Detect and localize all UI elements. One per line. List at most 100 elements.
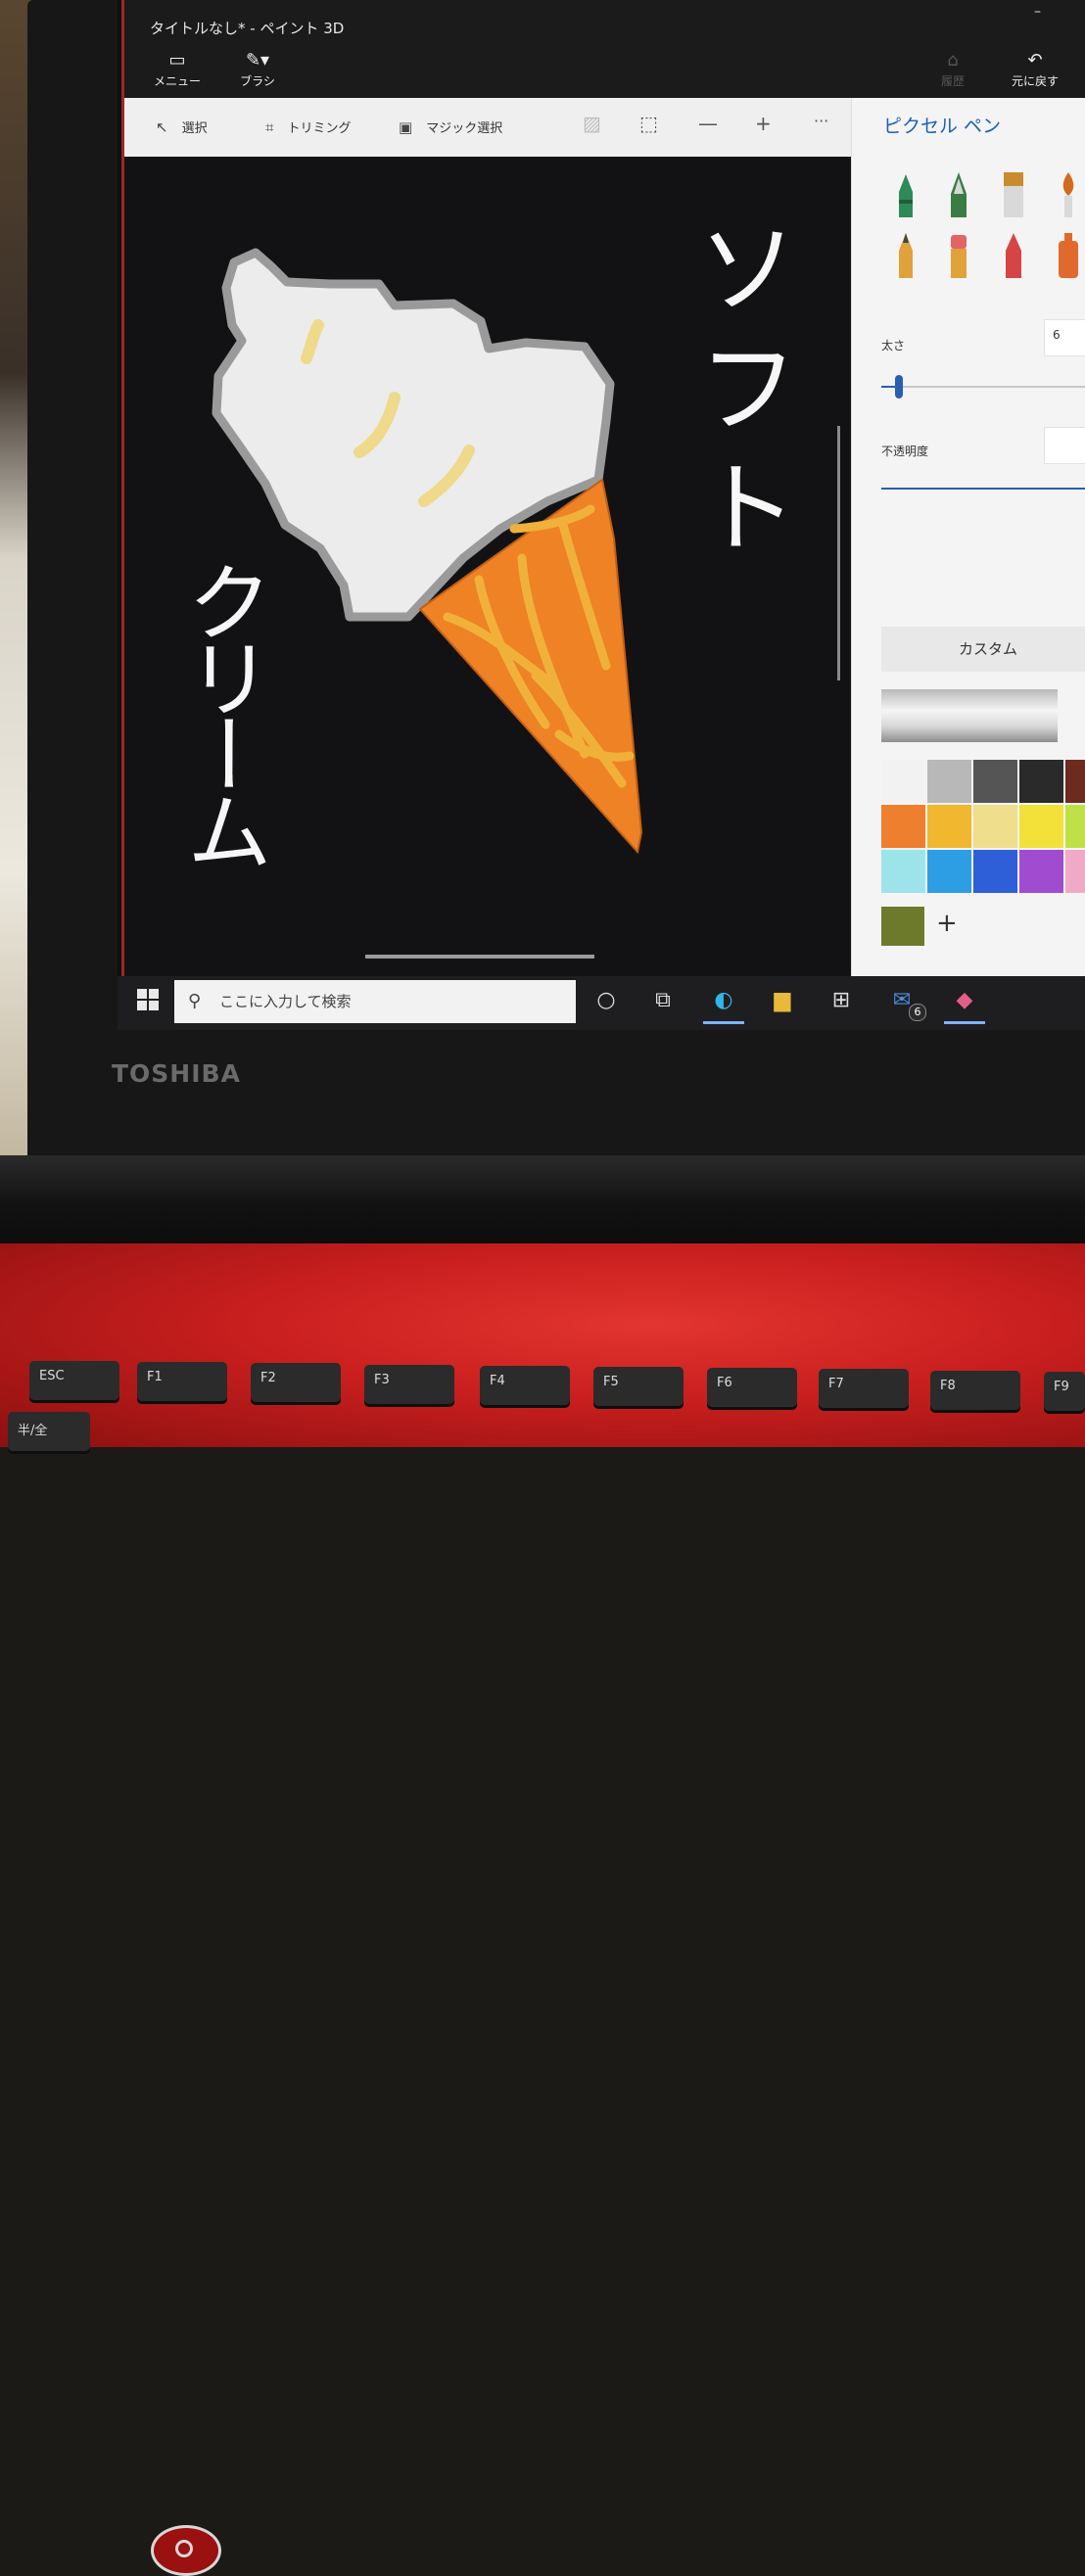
cortana-icon[interactable]: ○ xyxy=(591,986,621,1015)
drawing-canvas[interactable]: ソフト クリーム xyxy=(124,157,851,976)
comment-icon[interactable]: ⬚ xyxy=(639,112,658,135)
key-f1[interactable]: F1 xyxy=(137,1362,227,1402)
palette-swatch[interactable] xyxy=(881,760,925,803)
menu-label: メニュー xyxy=(153,74,201,88)
palette-swatch[interactable] xyxy=(881,805,925,848)
folder-icon: ▭ xyxy=(168,50,186,70)
eraser-icon xyxy=(951,235,967,278)
palette-swatch[interactable] xyxy=(1065,850,1085,893)
palette-swatch[interactable] xyxy=(973,805,1017,848)
crop-tool[interactable]: ⌗ トリミング xyxy=(265,117,351,136)
power-button[interactable] xyxy=(151,2525,221,2576)
thickness-slider-fill xyxy=(881,386,895,388)
crop-icon: ⌗ xyxy=(265,118,274,136)
file-explorer-icon[interactable]: ▆ xyxy=(768,986,797,1015)
windows-logo-icon xyxy=(137,989,147,999)
key-label: F5 xyxy=(603,1375,619,1389)
crayon-icon xyxy=(1006,233,1021,278)
key-label: F3 xyxy=(374,1372,390,1387)
vertical-scrollbar[interactable] xyxy=(837,426,840,680)
key-f7[interactable]: F7 xyxy=(819,1369,909,1409)
history-icon: ⌂ xyxy=(947,50,959,70)
key-label: F4 xyxy=(490,1373,505,1388)
start-button[interactable] xyxy=(137,989,159,1010)
magic-select-tool[interactable]: ▣ マジック選択 xyxy=(399,117,502,136)
key-label: F6 xyxy=(717,1376,732,1391)
toolbar: ↖ 選択 ⌗ トリミング ▣ マジック選択 ▨ ⬚ — + ··· xyxy=(124,98,851,157)
zoom-out-button[interactable]: — xyxy=(698,112,718,135)
taskbar: ⚲ ここに入力して検索 ○ ⧉ ◐ ▆ ⊞ ✉ 6 ◆ xyxy=(118,976,1085,1030)
key-f9[interactable]: F9 xyxy=(1044,1371,1085,1411)
opacity-input[interactable] xyxy=(1044,427,1085,464)
thickness-label: 太さ xyxy=(881,339,906,352)
brushes-label: ブラシ xyxy=(240,74,275,88)
palette-swatch[interactable] xyxy=(973,850,1017,893)
key-f5[interactable]: F5 xyxy=(593,1367,684,1406)
key-f6[interactable]: F6 xyxy=(707,1368,797,1408)
horizontal-scrollbar[interactable] xyxy=(365,955,594,959)
thickness-slider-track[interactable] xyxy=(881,386,1085,388)
brush-eraser[interactable] xyxy=(944,231,973,280)
select-tool[interactable]: ↖ 選択 xyxy=(156,117,208,136)
recent-color-swatch[interactable] xyxy=(881,907,924,946)
palette-swatch[interactable] xyxy=(1019,850,1063,893)
key-f2[interactable]: F2 xyxy=(251,1363,341,1403)
custom-color-button[interactable]: カスタム xyxy=(881,627,1085,672)
magic-select-label: マジック選択 xyxy=(426,121,503,136)
screen: タイトルなし* - ペイント 3D – ▭ メニュー ✎▾ ブラシ ⌂ 履歴 ↶… xyxy=(118,0,1085,1030)
palette-swatch[interactable] xyxy=(1019,760,1063,803)
window-title: タイトルなし* - ペイント 3D xyxy=(150,20,345,37)
key-label: F7 xyxy=(828,1377,844,1392)
color-palette xyxy=(881,760,1085,893)
calligraphy-pen-icon xyxy=(951,172,967,217)
brush-pencil[interactable] xyxy=(891,231,920,280)
brushes-button[interactable]: ✎▾ ブラシ xyxy=(218,49,297,89)
palette-swatch[interactable] xyxy=(927,850,971,893)
current-color-swatch[interactable] xyxy=(881,689,1058,742)
select-label: 選択 xyxy=(181,121,208,136)
more-button[interactable]: ··· xyxy=(814,112,828,130)
paint3d-taskbar-icon[interactable]: ◆ xyxy=(944,986,985,1024)
palette-swatch[interactable] xyxy=(973,760,1017,803)
task-view-icon[interactable]: ⧉ xyxy=(648,986,678,1015)
palette-swatch[interactable] xyxy=(927,805,971,848)
minimize-button[interactable]: – xyxy=(1034,4,1041,20)
thickness-slider-thumb[interactable] xyxy=(895,375,903,398)
store-icon[interactable]: ⊞ xyxy=(826,986,856,1015)
search-placeholder: ここに入力して検索 xyxy=(219,993,352,1010)
brush-crayon[interactable] xyxy=(999,231,1028,280)
opacity-label: 不透明度 xyxy=(881,445,929,458)
brush-calligraphy[interactable] xyxy=(944,170,973,219)
zoom-in-button[interactable]: + xyxy=(755,112,772,135)
key-label: F9 xyxy=(1054,1379,1069,1394)
menu-button[interactable]: ▭ メニュー xyxy=(138,49,216,89)
thickness-input[interactable]: 6 xyxy=(1044,319,1085,356)
history-button[interactable]: ⌂ 履歴 xyxy=(914,49,992,89)
key-f4[interactable]: F4 xyxy=(480,1365,570,1405)
panel-title: ピクセル ペン xyxy=(883,116,1002,137)
palette-swatch[interactable] xyxy=(1019,805,1063,848)
palette-swatch[interactable] xyxy=(1065,760,1085,803)
add-color-button[interactable]: + xyxy=(936,909,958,938)
sticker-icon[interactable]: ▨ xyxy=(583,112,601,135)
brush-watercolor[interactable] xyxy=(1054,170,1083,219)
palette-swatch[interactable] xyxy=(881,850,925,893)
palette-swatch[interactable] xyxy=(927,760,971,803)
keyboard-deck: ESC F1 F2 F3 F4 F5 F6 F7 F8 F9 半/全 xyxy=(0,1243,1085,2576)
brush-marker[interactable] xyxy=(891,170,920,219)
undo-button[interactable]: ↶ 元に戻す xyxy=(996,49,1074,89)
opacity-slider[interactable] xyxy=(881,488,1085,490)
laptop-hinge xyxy=(0,1155,1085,1243)
brush-oil[interactable] xyxy=(999,170,1028,219)
palette-swatch[interactable] xyxy=(1065,805,1085,848)
key-esc[interactable]: ESC xyxy=(29,1361,119,1400)
key-f3[interactable]: F3 xyxy=(364,1364,454,1404)
mail-icon[interactable]: ✉ 6 xyxy=(887,986,926,1021)
key-f8[interactable]: F8 xyxy=(930,1370,1020,1410)
crop-label: トリミング xyxy=(287,121,352,136)
mail-badge: 6 xyxy=(909,1004,926,1021)
brush-spray[interactable] xyxy=(1054,231,1083,280)
taskbar-search[interactable]: ⚲ ここに入力して検索 xyxy=(174,980,576,1023)
key-hankaku[interactable]: 半/全 xyxy=(8,1412,90,1451)
edge-icon[interactable]: ◐ xyxy=(703,986,744,1024)
